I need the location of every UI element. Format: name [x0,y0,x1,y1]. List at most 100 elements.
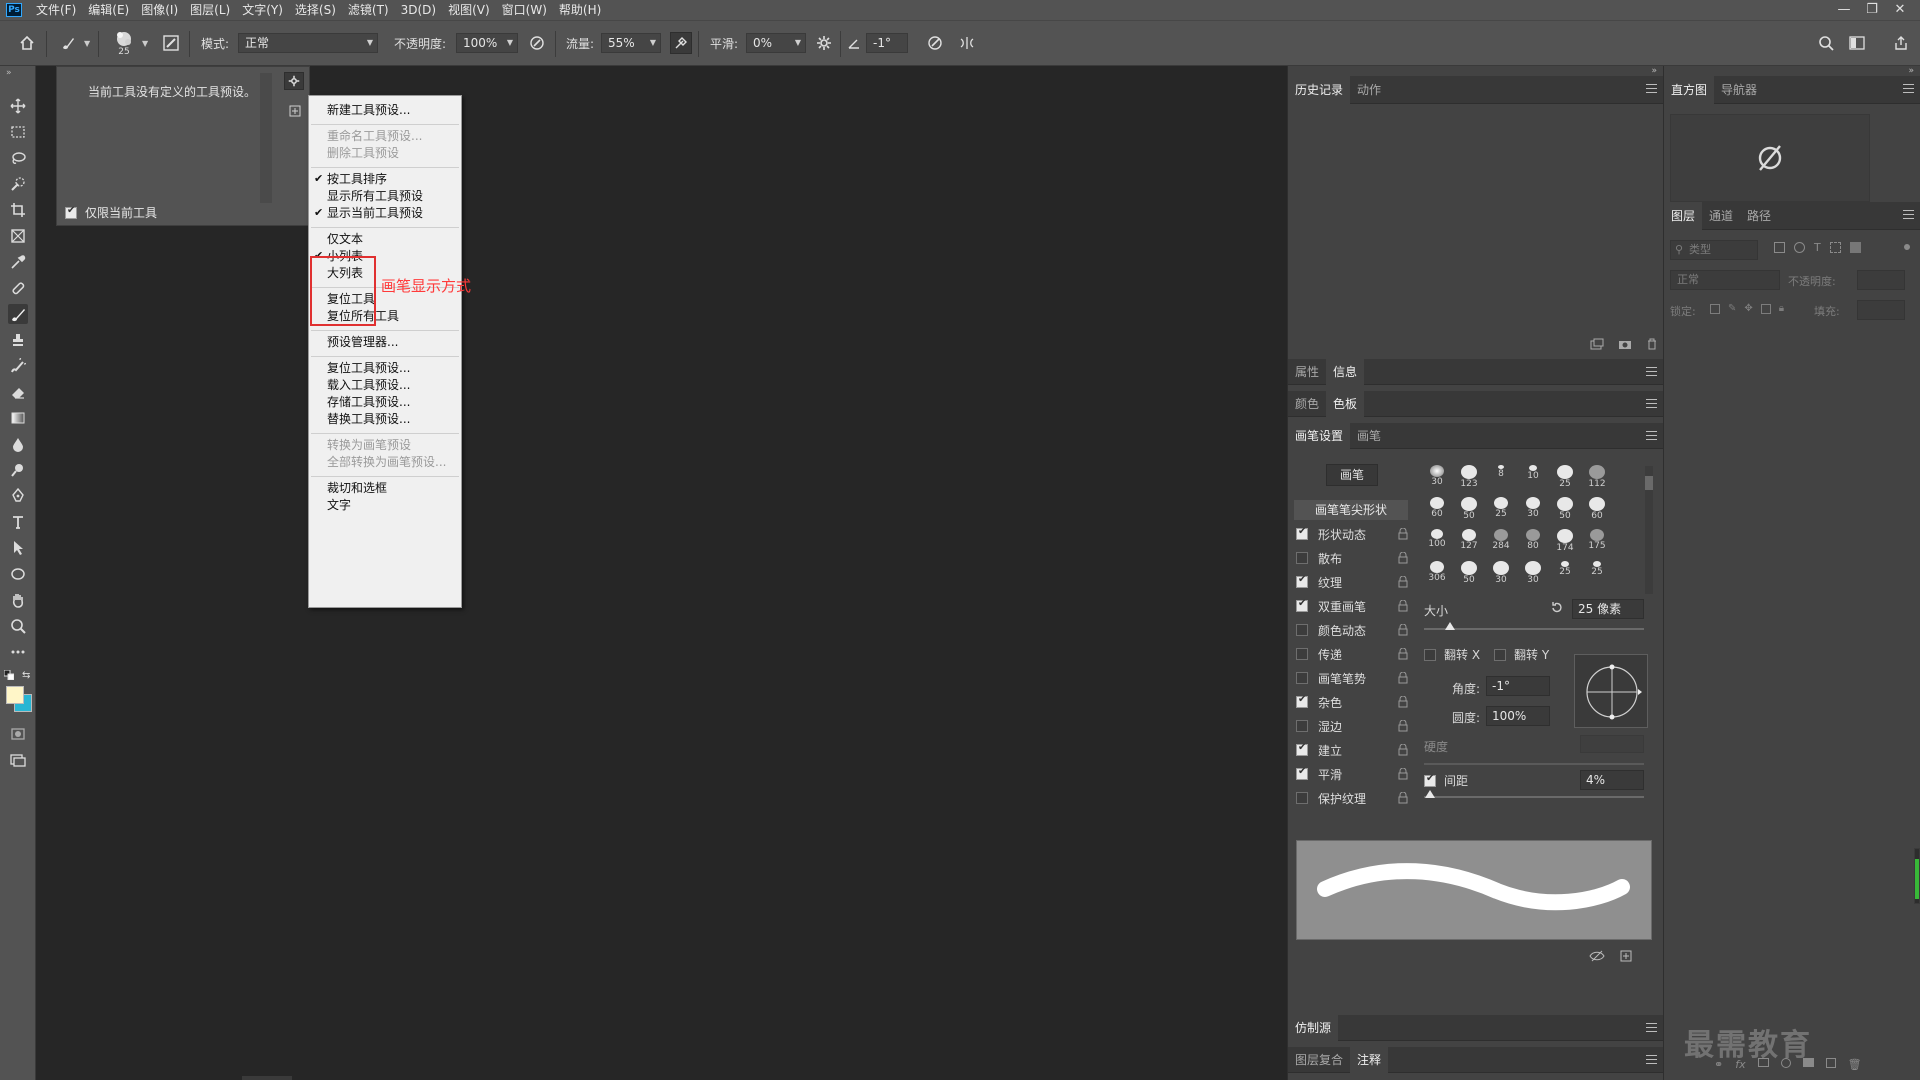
flip-y-checkbox[interactable] [1494,648,1506,661]
brush-tip[interactable]: 8 [1486,464,1516,496]
size-slider-thumb[interactable] [1445,622,1455,630]
panel-menu-icon[interactable] [1903,84,1914,93]
brushes-button[interactable]: 画笔 [1326,464,1378,486]
trash-icon[interactable] [1646,338,1658,350]
brush-tip[interactable]: 25 [1486,496,1516,528]
brush-tip[interactable]: 60 [1582,496,1612,528]
brush-option-checkbox[interactable] [1296,694,1308,708]
layer-style-icon[interactable]: fx [1735,1058,1745,1071]
collapse-toolbar-icon[interactable]: » [6,68,12,78]
menu-item[interactable]: 替换工具预设... [327,409,410,429]
tab-histogram[interactable]: 直方图 [1664,75,1715,104]
brush-option-row[interactable]: 形状动态 [1296,524,1408,544]
panel-menu-icon[interactable] [1903,210,1914,219]
brush-option-row[interactable]: 建立 [1296,740,1408,760]
brush-option-checkbox[interactable] [1296,766,1308,780]
lock-icon[interactable] [1398,552,1408,564]
ellipse-tool-icon[interactable] [8,564,28,584]
reset-size-icon[interactable] [1550,601,1564,615]
pressure-size-icon[interactable] [924,32,946,54]
brush-option-checkbox[interactable] [1296,624,1308,636]
brush-tool-icon[interactable] [8,304,28,324]
airbrush-icon[interactable] [670,32,692,54]
current-tool-only-checkbox[interactable] [65,205,77,219]
zoom-tool-icon[interactable] [8,616,28,636]
brush-size-picker[interactable]: 25 [110,28,138,58]
brush-angle-preview[interactable] [1574,654,1648,728]
camera-icon[interactable] [1618,338,1632,350]
panel-menu-icon[interactable] [1646,84,1657,93]
tab-brushes[interactable]: 画笔 [1350,423,1388,449]
lasso-tool-icon[interactable] [8,148,28,168]
menu-type[interactable]: 文字(Y) [236,0,289,20]
lock-transparent-icon[interactable] [1710,304,1720,314]
close-button[interactable]: ✕ [1886,0,1914,20]
brush-tip[interactable]: 50 [1454,496,1484,528]
lock-icon[interactable] [1398,720,1408,732]
menu-edit[interactable]: 编辑(E) [82,0,135,20]
size-field[interactable]: 25 像素 [1572,599,1644,619]
more-tools-icon[interactable] [8,642,28,662]
brush-option-checkbox[interactable] [1296,526,1308,540]
flip-x-checkbox[interactable] [1424,648,1436,661]
new-group-icon[interactable] [1802,1058,1814,1067]
add-mask-icon[interactable] [1757,1058,1769,1067]
brush-tip[interactable]: 306 [1422,560,1452,592]
smoothing-field[interactable]: 0% ▼ [746,33,806,53]
eraser-tool-icon[interactable] [8,382,28,402]
default-colors-icon[interactable] [4,670,14,680]
lock-position-icon[interactable]: ✥ [1744,304,1752,314]
brush-tip[interactable]: 10 [1518,464,1548,496]
filter-smart-object-icon[interactable] [1849,242,1861,253]
brush-option-checkbox[interactable] [1296,672,1308,684]
chevron-down-icon[interactable]: ▼ [84,39,90,48]
quick-mask-icon[interactable] [8,724,28,744]
tab-properties[interactable]: 属性 [1288,359,1326,385]
menu-item[interactable]: 新建工具预设... [327,100,410,120]
clone-stamp-tool-icon[interactable] [8,330,28,350]
angle-field[interactable]: -1° [1486,676,1550,696]
tool-preset-list[interactable]: 当前工具没有定义的工具预设。 [67,73,267,203]
layer-filter-select[interactable]: ⚲ 类型 [1670,240,1758,260]
tab-info[interactable]: 信息 [1326,358,1365,385]
tab-layers[interactable]: 图层 [1664,201,1703,230]
preset-options-gear-icon[interactable] [284,72,304,90]
brush-option-checkbox[interactable] [1296,598,1308,612]
brush-option-row[interactable]: 湿边 [1296,716,1408,736]
symmetry-icon[interactable] [956,32,978,54]
menu-filter[interactable]: 滤镜(T) [342,0,395,20]
gear-icon[interactable] [813,32,835,54]
share-icon[interactable] [1890,32,1912,54]
collapse-panels-icon[interactable]: » [1651,66,1657,76]
panel-menu-icon[interactable] [1646,431,1657,440]
brush-tip[interactable]: 284 [1486,528,1516,560]
panel-menu-icon[interactable] [1646,1055,1657,1064]
brush-option-row[interactable]: 画笔笔势 [1296,668,1408,688]
eyedropper-tool-icon[interactable] [8,252,28,272]
menu-select[interactable]: 选择(S) [289,0,342,20]
swap-colors-icon[interactable]: ⇆ [22,670,30,681]
brush-tip[interactable]: 30 [1422,464,1452,496]
lock-icon[interactable] [1398,648,1408,660]
flow-field[interactable]: 55% ▼ [601,33,661,53]
flip-y-option[interactable]: 翻转 Y [1494,646,1549,663]
foreground-color-swatch[interactable] [6,686,24,704]
panel-menu-icon[interactable] [1646,367,1657,376]
tab-notes[interactable]: 注释 [1350,1046,1389,1073]
brush-tip[interactable]: 30 [1518,560,1548,592]
layer-opacity-field[interactable] [1857,270,1905,290]
opacity-field[interactable]: 100% ▼ [456,33,518,53]
menu-item[interactable]: 显示当前工具预设 [327,203,423,223]
brush-settings-toggle-icon[interactable] [160,32,182,54]
brush-option-row[interactable]: 双重画笔 [1296,596,1408,616]
workspace-icon[interactable] [1846,32,1868,54]
dodge-tool-icon[interactable] [8,460,28,480]
brush-option-row[interactable]: 散布 [1296,548,1408,568]
brush-tip[interactable]: 112 [1582,464,1612,496]
brush-tip[interactable]: 25 [1550,560,1580,592]
lock-image-icon[interactable]: ✎ [1728,304,1736,314]
lock-artboard-icon[interactable] [1760,304,1771,314]
lock-all-icon[interactable]: 🔒︎ [1779,304,1784,314]
menu-layer[interactable]: 图层(L) [184,0,236,20]
brush-tip[interactable]: 50 [1550,496,1580,528]
